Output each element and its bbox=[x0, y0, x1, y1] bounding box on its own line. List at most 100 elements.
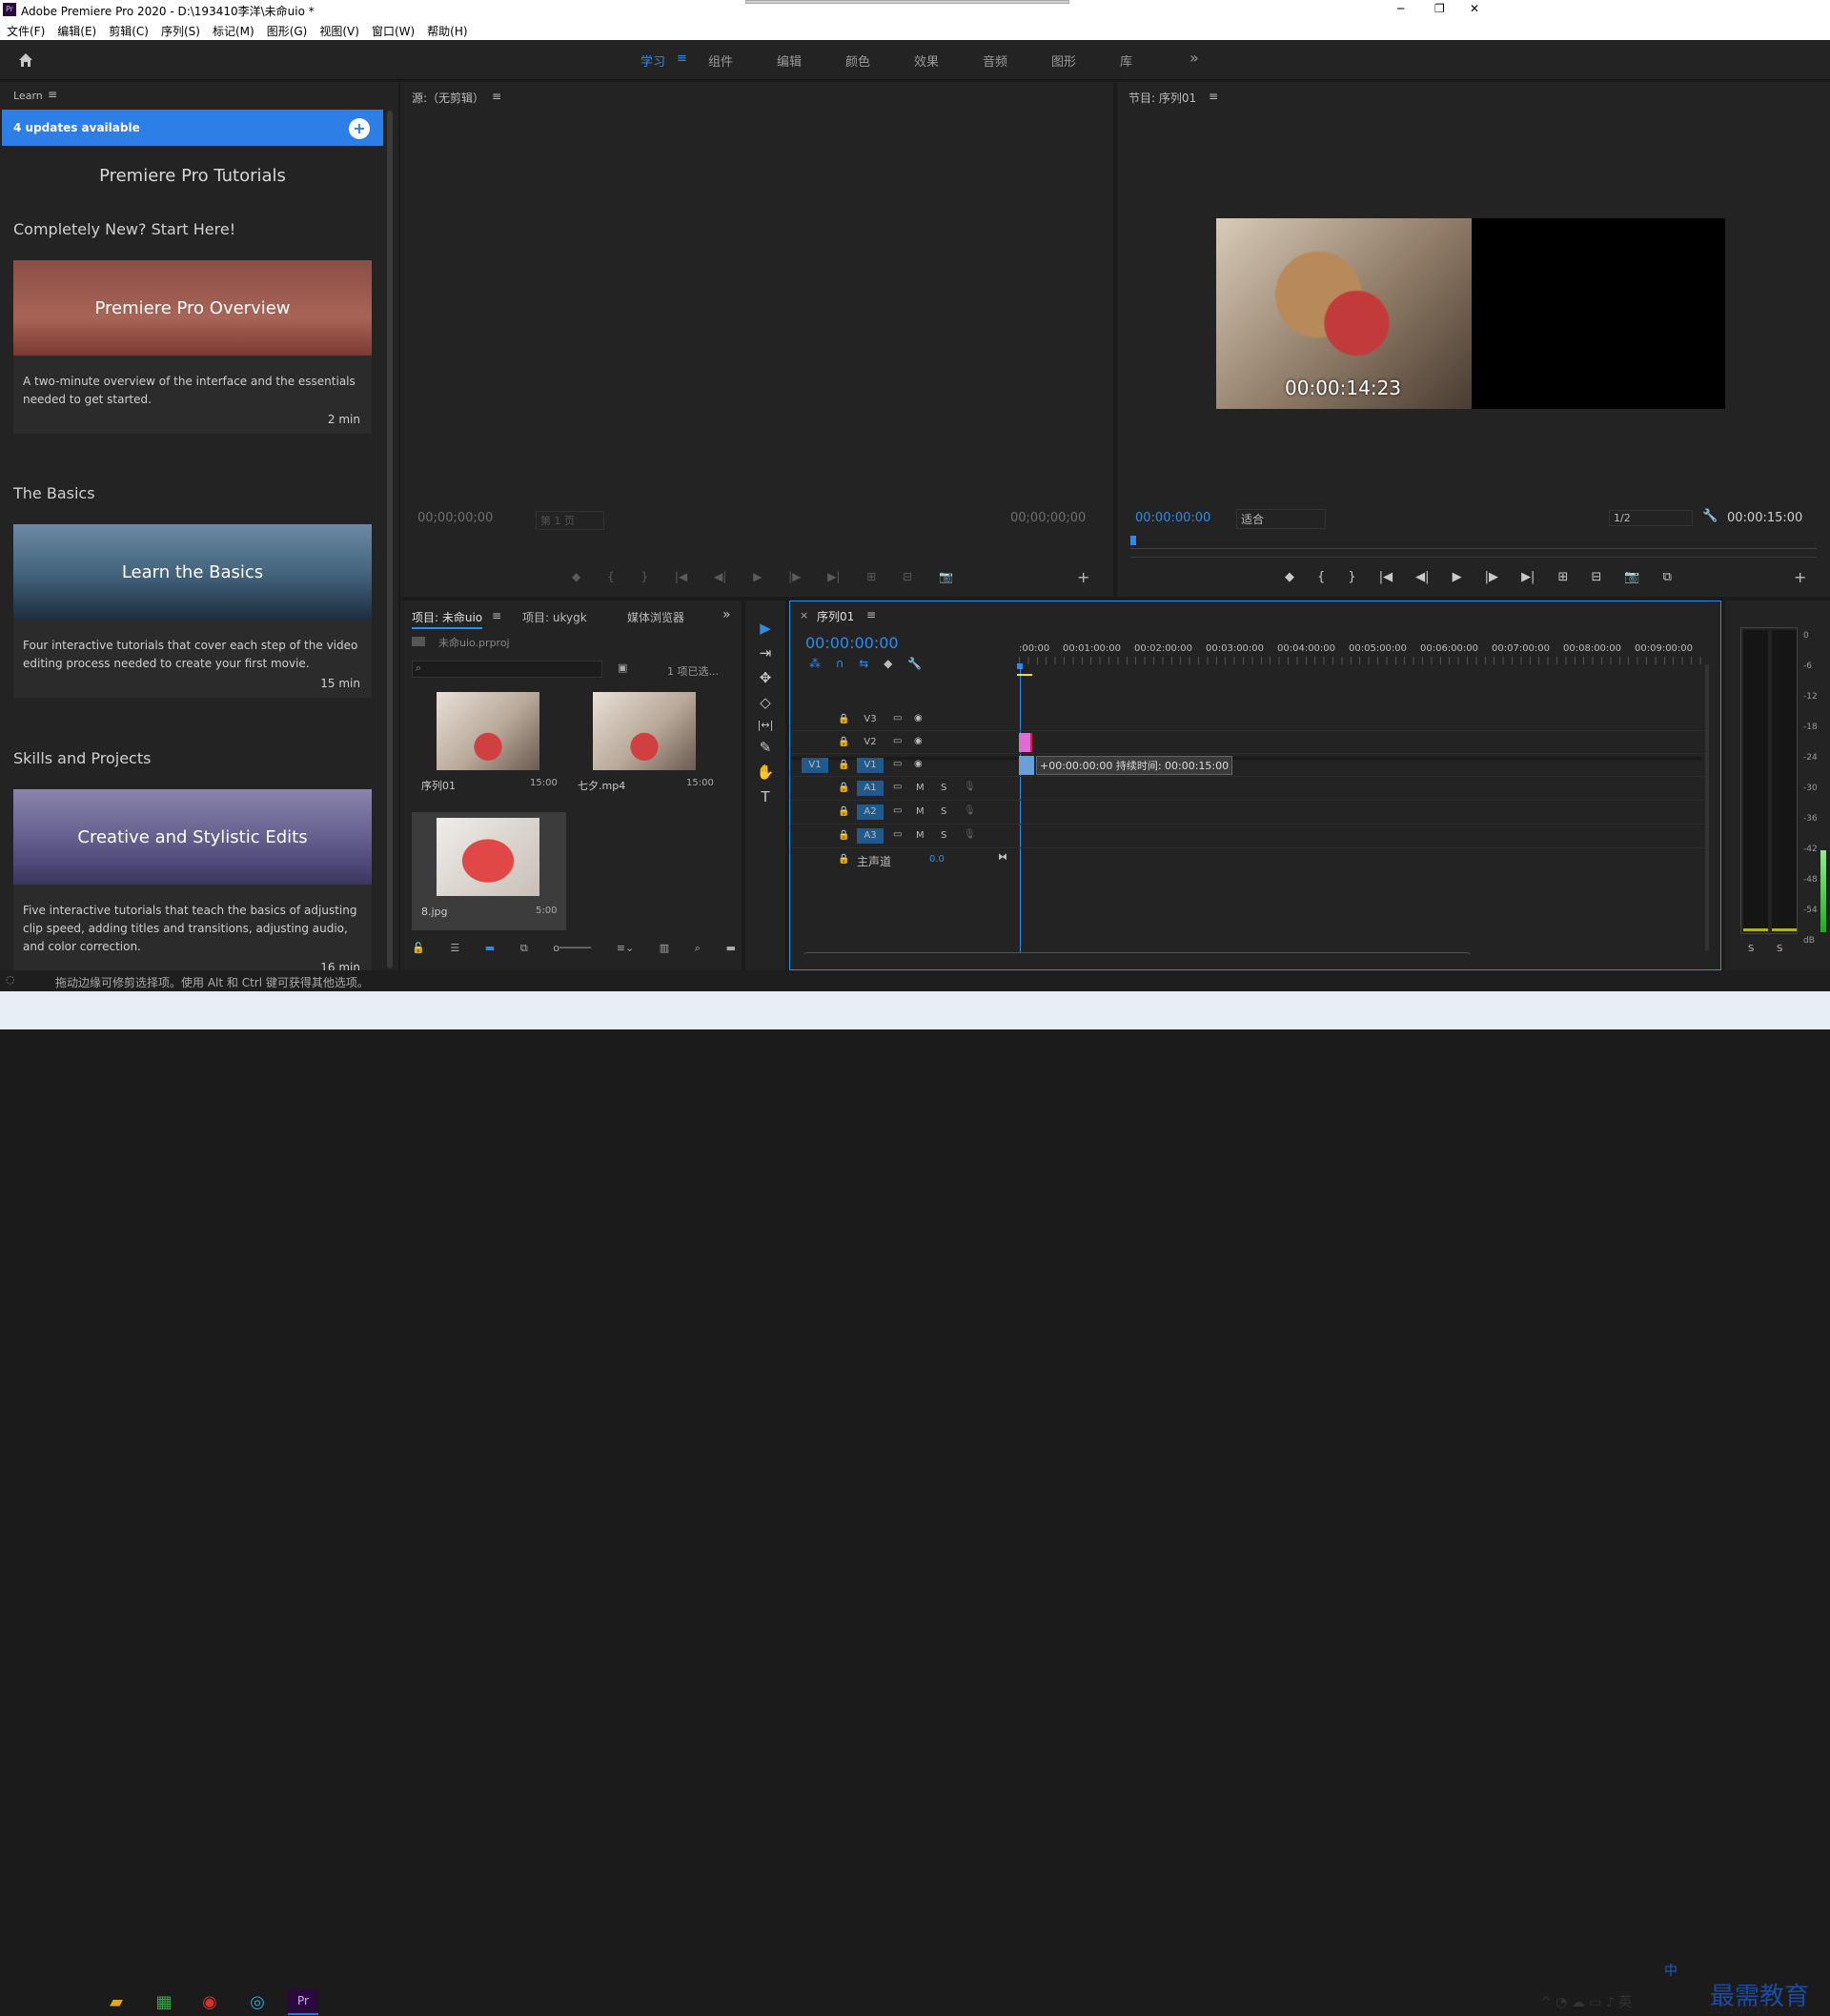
project-search-input[interactable] bbox=[412, 661, 602, 678]
source-export-frame-icon[interactable]: 📷 bbox=[939, 570, 953, 583]
track-lock-icon[interactable]: 🔒 bbox=[838, 830, 849, 841]
go-to-in-icon[interactable]: |◀ bbox=[1379, 570, 1393, 584]
solo-button[interactable]: S bbox=[941, 783, 946, 793]
lock-icon[interactable]: 🔓 bbox=[412, 942, 425, 955]
mark-out-icon[interactable]: } bbox=[1348, 570, 1355, 584]
project-item-sequence[interactable]: 序列01 15:00 bbox=[412, 688, 566, 810]
track-lock-icon[interactable]: 🔒 bbox=[838, 806, 849, 817]
track-a3[interactable]: 🔒 A3 ▭ M S 🎙 bbox=[790, 825, 1705, 848]
add-marker-timeline-icon[interactable]: ◆ bbox=[884, 657, 892, 670]
workspace-assembly[interactable]: 组件 bbox=[708, 51, 733, 70]
workspace-learn[interactable]: 学习 bbox=[640, 51, 665, 70]
learn-tab-menu-icon[interactable]: ≡ bbox=[48, 88, 57, 101]
list-view-icon[interactable]: ☰ bbox=[450, 942, 459, 955]
menu-marker[interactable]: 标记(M) bbox=[206, 21, 260, 39]
track-a1-label[interactable]: A1 bbox=[857, 781, 884, 796]
workspace-menu-icon[interactable]: ≡ bbox=[677, 51, 687, 66]
razor-tool-icon[interactable]: ◇ bbox=[755, 694, 776, 711]
project-more-icon[interactable]: » bbox=[722, 607, 731, 622]
hand-tool-icon[interactable]: ✋ bbox=[755, 764, 776, 781]
timeline-h-scrollbar[interactable] bbox=[803, 952, 1471, 960]
lift-icon[interactable]: ⊞ bbox=[1558, 570, 1569, 584]
search-taskbar-icon[interactable]: ⌕ bbox=[53, 1988, 84, 2015]
track-a2[interactable]: 🔒 A2 ▭ M S 🎙 bbox=[790, 801, 1705, 825]
track-lock-icon[interactable]: 🔒 bbox=[838, 714, 849, 724]
track-v1[interactable]: V1 🔒 V1 ▭ ◉ +00:00:00:00 持续时间: 00:00:15:… bbox=[790, 754, 1705, 777]
track-lock-icon[interactable]: 🔒 bbox=[838, 737, 849, 747]
sync-lock-icon[interactable]: ▭ bbox=[893, 759, 902, 769]
export-frame-icon[interactable]: 📷 bbox=[1624, 570, 1639, 584]
source-add-button-icon[interactable]: + bbox=[1077, 568, 1089, 586]
clip-v2[interactable] bbox=[1019, 733, 1032, 752]
learn-scrollbar[interactable] bbox=[387, 111, 393, 968]
pen-tool-icon[interactable]: ✎ bbox=[755, 739, 776, 756]
track-v1-label[interactable]: V1 bbox=[857, 758, 884, 773]
solo-right-button[interactable]: S bbox=[1777, 944, 1782, 954]
track-a2-label[interactable]: A2 bbox=[857, 804, 884, 820]
find-icon[interactable]: ⌕ bbox=[695, 942, 701, 955]
project-tab-ukygk[interactable]: 项目: ukygk bbox=[522, 609, 587, 625]
clip-v1[interactable] bbox=[1019, 756, 1034, 775]
track-v3-label[interactable]: V3 bbox=[857, 714, 884, 724]
zoom-slider[interactable]: o───── bbox=[553, 942, 591, 955]
program-tc-left[interactable]: 00:00:00:00 bbox=[1135, 511, 1210, 525]
tutorial-card-overview[interactable]: Premiere Pro Overview A two-minute overv… bbox=[13, 260, 372, 434]
workspace-editing[interactable]: 编辑 bbox=[777, 51, 802, 70]
track-lock-icon[interactable]: 🔒 bbox=[838, 760, 849, 770]
source-page-dropdown[interactable]: 第 1 页 bbox=[536, 511, 604, 530]
program-playhead[interactable] bbox=[1130, 536, 1136, 545]
step-back-icon[interactable]: ◀| bbox=[1415, 570, 1429, 584]
tutorial-card-creative[interactable]: Creative and Stylistic Edits Five intera… bbox=[13, 789, 372, 970]
source-play-icon[interactable]: ▶ bbox=[753, 570, 762, 583]
chrome-icon[interactable]: ◉ bbox=[194, 1988, 225, 2015]
source-insert-icon[interactable]: ⊞ bbox=[866, 570, 876, 583]
home-icon[interactable] bbox=[17, 51, 34, 69]
snap-icon[interactable]: ∩ bbox=[836, 657, 844, 670]
media-browser-tab[interactable]: 媒体浏览器 bbox=[627, 609, 684, 625]
program-time-ruler[interactable] bbox=[1130, 538, 1817, 549]
ime-indicator[interactable]: 中 bbox=[1664, 1961, 1678, 1980]
linked-selection-icon[interactable]: ⇆ bbox=[859, 657, 868, 670]
source-out-icon[interactable]: } bbox=[640, 570, 648, 583]
sync-lock-icon[interactable]: ▭ bbox=[893, 736, 902, 746]
eye-icon[interactable]: ◉ bbox=[914, 759, 923, 769]
new-bin-from-search-icon[interactable]: ▣ bbox=[618, 662, 627, 674]
eye-icon[interactable]: ◉ bbox=[914, 713, 923, 723]
sync-lock-icon[interactable]: ▭ bbox=[893, 713, 902, 723]
track-lock-icon[interactable]: 🔒 bbox=[838, 854, 849, 865]
mute-button[interactable]: M bbox=[916, 830, 925, 841]
voiceover-icon[interactable]: 🎙 bbox=[964, 805, 976, 816]
master-value[interactable]: 0.0 bbox=[929, 854, 945, 865]
maximize-button[interactable]: ❐ bbox=[1434, 2, 1445, 15]
start-icon[interactable]: ⊞ bbox=[8, 1988, 38, 2015]
timeline-tab[interactable]: 序列01 bbox=[817, 608, 854, 624]
program-menu-icon[interactable]: ≡ bbox=[1209, 90, 1218, 103]
menu-view[interactable]: 视图(V) bbox=[313, 21, 365, 39]
menu-clip[interactable]: 剪辑(C) bbox=[102, 21, 154, 39]
workspace-color[interactable]: 颜色 bbox=[845, 51, 870, 70]
track-v3[interactable]: 🔒 V3 ▭ ◉ bbox=[790, 708, 1705, 731]
mute-button[interactable]: M bbox=[916, 783, 925, 793]
timeline-timecode[interactable]: 00:00:00:00 bbox=[805, 634, 899, 652]
new-bin-icon[interactable]: ▬ bbox=[726, 942, 736, 955]
file-explorer-icon[interactable]: ▰ bbox=[101, 1988, 132, 2015]
extract-icon[interactable]: ⊟ bbox=[1591, 570, 1601, 584]
close-button[interactable]: ✕ bbox=[1470, 2, 1479, 15]
voiceover-icon[interactable]: 🎙 bbox=[964, 782, 976, 792]
timeline-v-scrollbar[interactable] bbox=[1705, 664, 1709, 950]
selection-tool-icon[interactable]: ▶ bbox=[755, 620, 776, 637]
solo-left-button[interactable]: S bbox=[1748, 944, 1754, 954]
ripple-edit-tool-icon[interactable]: ✥ bbox=[755, 669, 776, 686]
menu-help[interactable]: 帮助(H) bbox=[420, 21, 473, 39]
menu-edit[interactable]: 编辑(E) bbox=[51, 21, 102, 39]
timeline-close-icon[interactable]: × bbox=[800, 609, 808, 621]
eye-icon[interactable]: ◉ bbox=[914, 736, 923, 746]
tutorial-card-basics[interactable]: Learn the Basics Four interactive tutori… bbox=[13, 524, 372, 698]
project-item-image[interactable]: 8.jpg 5:00 bbox=[412, 812, 566, 930]
play-icon[interactable]: ▶ bbox=[1453, 570, 1462, 584]
go-to-out-icon[interactable]: ▶| bbox=[1521, 570, 1535, 584]
tray-icons[interactable]: ^ ◔ ☁ ▭ ♪ 英 bbox=[1540, 1992, 1632, 2011]
source-menu-icon[interactable]: ≡ bbox=[492, 90, 501, 103]
source-goto-out-icon[interactable]: ▶| bbox=[827, 570, 840, 583]
freeform-view-icon[interactable]: ⧉ bbox=[520, 942, 528, 955]
